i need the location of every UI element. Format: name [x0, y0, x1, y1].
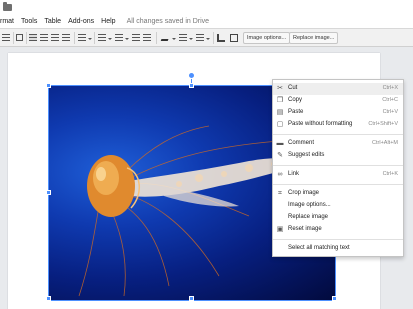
border-weight-icon[interactable]: [179, 34, 187, 41]
align-right-icon[interactable]: [51, 34, 59, 41]
menu-item-paste-without-formatting[interactable]: ▢ Paste without formatting Ctrl+Shift+V: [273, 119, 403, 131]
menu-item-label: Reset image: [288, 226, 322, 232]
menu-item-shortcut: Ctrl+Alt+M: [372, 140, 398, 146]
menu-item-label: Replace image: [288, 214, 329, 220]
increase-indent-icon[interactable]: [143, 34, 151, 41]
menu-item-link[interactable]: ∞ Link Ctrl+K: [273, 169, 403, 181]
menu-item-shortcut: Ctrl+Shift+V: [368, 121, 398, 127]
toolbar-divider: [74, 32, 75, 44]
menu-bar: rmat Tools Table Add-ons Help All change…: [0, 15, 413, 28]
chevron-down-icon[interactable]: [189, 38, 193, 40]
menu-add-ons[interactable]: Add-ons: [68, 15, 94, 28]
reset-image-icon: ▣: [276, 226, 284, 233]
format-icon[interactable]: [2, 34, 10, 41]
toolbar: Image options... Replace image...: [0, 28, 413, 47]
menu-tools[interactable]: Tools: [21, 15, 37, 28]
toolbar-divider: [156, 32, 157, 44]
resize-handle-bottom-left[interactable]: [46, 296, 51, 301]
resize-handle-left[interactable]: [46, 190, 51, 195]
menu-item-shortcut: Ctrl+X: [382, 85, 398, 91]
menu-item-label: Crop image: [288, 190, 320, 196]
chevron-down-icon[interactable]: [206, 38, 210, 40]
chevron-down-icon[interactable]: [88, 38, 92, 40]
menu-item-comment[interactable]: ▬ Comment Ctrl+Alt+M: [273, 138, 403, 150]
menu-separator: [273, 134, 403, 135]
menu-item-image-options[interactable]: Image options...: [273, 200, 403, 212]
image-options-button[interactable]: Image options...: [243, 32, 291, 44]
decrease-indent-icon[interactable]: [132, 34, 140, 41]
numbered-list-icon[interactable]: [98, 34, 106, 41]
menu-item-label: Select all matching text: [288, 245, 350, 251]
reset-image-icon[interactable]: [230, 34, 238, 42]
folder-icon[interactable]: [3, 2, 12, 11]
menu-item-shortcut: Ctrl+C: [382, 97, 398, 103]
menu-item-replace-image[interactable]: Replace image: [273, 212, 403, 224]
menu-item-label: Comment: [288, 140, 315, 146]
menu-item-label: Paste without formatting: [288, 121, 353, 127]
crop-icon: ⌗: [278, 190, 282, 197]
menu-separator: [273, 184, 403, 185]
menu-item-label: Cut: [288, 85, 298, 91]
align-justify-icon[interactable]: [62, 34, 70, 41]
menu-item-crop-image[interactable]: ⌗ Crop image: [273, 188, 403, 200]
menu-item-label: Paste: [288, 109, 304, 115]
image-icon[interactable]: [16, 34, 23, 41]
menu-item-shortcut: Ctrl+V: [382, 109, 398, 115]
pen-icon[interactable]: [160, 34, 171, 41]
toolbar-divider: [213, 32, 214, 44]
toolbar-divider: [94, 32, 95, 44]
suggest-icon: ✎: [277, 152, 283, 159]
resize-handle-bottom[interactable]: [189, 296, 194, 301]
menu-separator: [273, 165, 403, 166]
menu-item-label: Suggest edits: [288, 152, 325, 158]
border-dash-icon[interactable]: [196, 34, 204, 41]
menu-help[interactable]: Help: [101, 15, 115, 28]
menu-item-label: Image options...: [288, 202, 331, 208]
menu-item-reset-image[interactable]: ▣ Reset image: [273, 224, 403, 236]
menu-item-cut[interactable]: ✂ Cut Ctrl+X: [273, 83, 403, 95]
context-menu: ✂ Cut Ctrl+X ❐ Copy Ctrl+C ▤ Paste Ctrl+…: [272, 79, 404, 257]
resize-handle-top-left[interactable]: [46, 83, 51, 88]
toolbar-divider: [26, 32, 27, 44]
paste-icon: ▤: [276, 109, 284, 116]
menu-item-label: Copy: [288, 97, 303, 103]
menu-format[interactable]: rmat: [0, 15, 14, 28]
copy-icon: ❐: [276, 97, 284, 104]
menu-item-label: Link: [288, 171, 300, 177]
menu-item-paste[interactable]: ▤ Paste Ctrl+V: [273, 107, 403, 119]
menu-item-suggest-edits[interactable]: ✎ Suggest edits: [273, 150, 403, 162]
replace-image-button[interactable]: Replace image...: [289, 32, 339, 44]
align-center-icon[interactable]: [40, 34, 48, 41]
save-status: All changes saved in Drive: [126, 18, 210, 25]
resize-handle-bottom-right[interactable]: [332, 296, 337, 301]
crop-icon[interactable]: [217, 34, 225, 42]
link-icon: ∞: [277, 171, 283, 178]
bulleted-list-icon[interactable]: [115, 34, 123, 41]
chevron-down-icon[interactable]: [172, 38, 176, 40]
menu-table[interactable]: Table: [44, 15, 61, 28]
menu-separator: [273, 239, 403, 240]
chevron-down-icon[interactable]: [108, 38, 112, 40]
menu-item-select-all-matching-text[interactable]: Select all matching text: [273, 243, 403, 255]
rotate-handle[interactable]: [188, 72, 195, 79]
line-spacing-icon[interactable]: [78, 34, 86, 41]
menu-item-shortcut: Ctrl+K: [382, 171, 398, 177]
toolbar-divider: [13, 32, 14, 44]
paste-plain-icon: ▢: [276, 121, 284, 128]
scissors-icon: ✂: [277, 85, 283, 92]
chevron-down-icon[interactable]: [125, 38, 129, 40]
resize-handle-top[interactable]: [189, 83, 194, 88]
menu-item-copy[interactable]: ❐ Copy Ctrl+C: [273, 95, 403, 107]
comment-icon: ▬: [276, 140, 284, 147]
align-left-icon[interactable]: [29, 34, 37, 41]
title-bar: [0, 0, 413, 15]
